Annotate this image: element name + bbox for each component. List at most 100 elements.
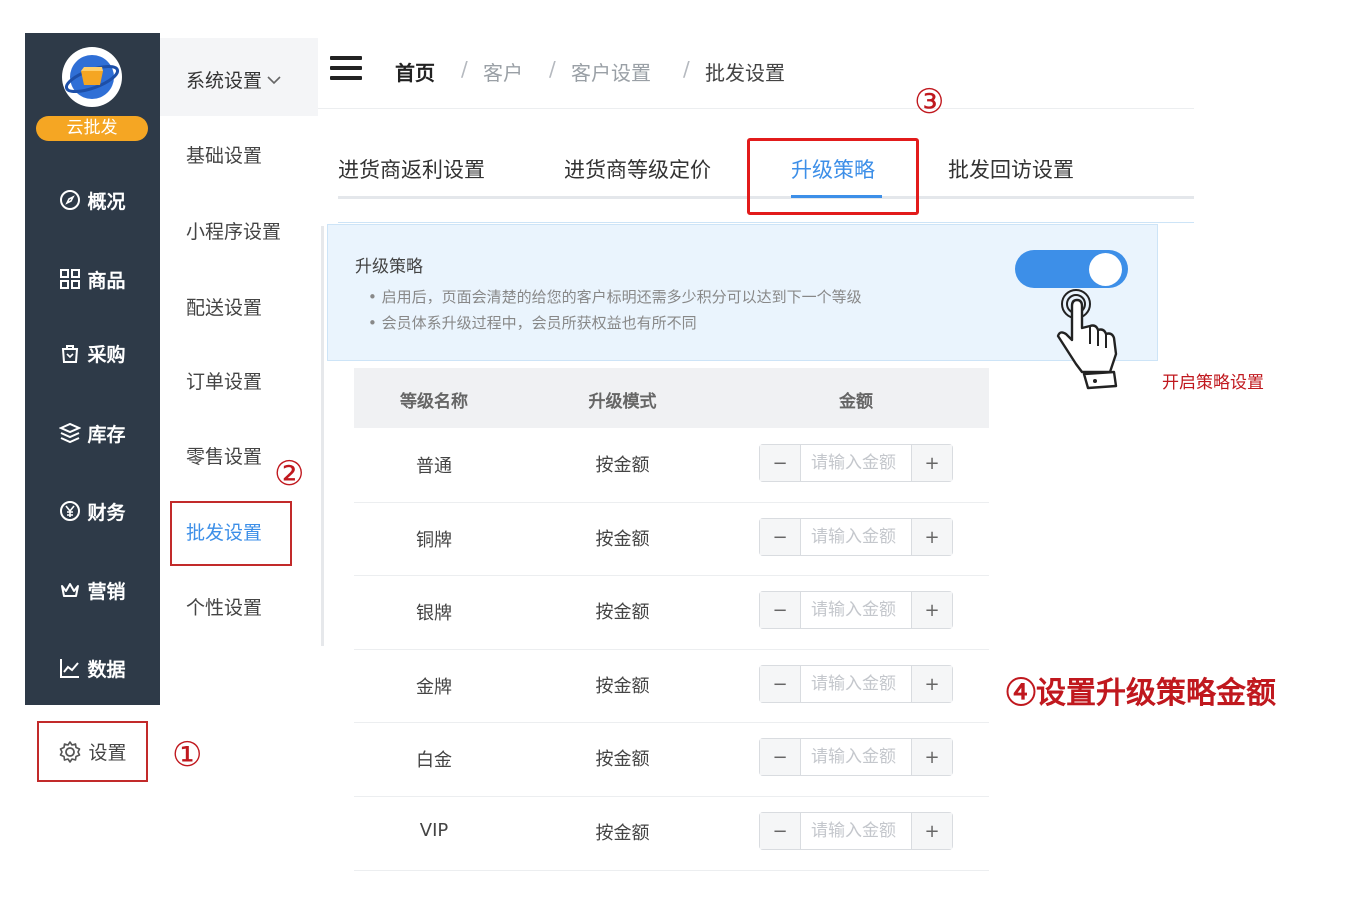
chevron-down-icon [266, 75, 282, 85]
nav-item-purchase[interactable]: 采购 [25, 333, 160, 373]
nav-item-marketing[interactable]: 营销 [25, 570, 160, 610]
pointing-hand-icon [1052, 288, 1132, 393]
nav-label: 财务 [87, 501, 126, 524]
annotation-step-4: ④设置升级策略金额 [1006, 676, 1276, 711]
tab-level-pricing[interactable]: 进货商等级定价 [564, 154, 711, 184]
info-title: 升级策略 [355, 257, 423, 277]
amount-stepper[interactable]: −+ [759, 444, 953, 482]
nav-label: 数据 [87, 658, 126, 681]
nav-label: 商品 [87, 269, 126, 292]
decrement-button[interactable]: − [760, 666, 801, 702]
menu-toggle-icon[interactable] [330, 56, 362, 80]
crown-icon [59, 579, 81, 601]
increment-button[interactable]: + [911, 666, 952, 702]
header-divider [318, 108, 1194, 109]
submenu-item-delivery[interactable]: 配送设置 [186, 293, 262, 320]
nav-item-finance[interactable]: 财务 [25, 491, 160, 531]
amount-stepper[interactable]: −+ [759, 591, 953, 629]
info-bullet: • 启用后，页面会清楚的给您的客户标明还需多少积分可以达到下一个等级 [368, 288, 862, 306]
gear-icon [58, 740, 82, 764]
breadcrumb-separator: / [461, 57, 468, 81]
cell-level-name: 金牌 [416, 677, 452, 698]
annotation-step-2: ② [274, 454, 305, 494]
cell-upgrade-mode: 按金额 [595, 455, 650, 476]
tab-rebate[interactable]: 进货商返利设置 [338, 154, 485, 184]
submenu-title-label: 系统设置 [186, 70, 263, 92]
amount-stepper[interactable]: −+ [759, 812, 953, 850]
amount-input[interactable] [801, 592, 911, 628]
info-bullet-text: 会员体系升级过程中，会员所获权益也有所不同 [381, 314, 697, 332]
submenu-item-personal[interactable]: 个性设置 [186, 593, 262, 620]
cell-upgrade-mode: 按金额 [595, 749, 650, 770]
layers-icon [59, 422, 82, 444]
decrement-button[interactable]: − [760, 739, 801, 775]
breadcrumb-customers[interactable]: 客户 [483, 57, 523, 86]
row-divider [354, 502, 989, 503]
info-bullet: • 会员体系升级过程中，会员所获权益也有所不同 [368, 314, 697, 332]
increment-button[interactable]: + [911, 519, 952, 555]
submenu-item-order[interactable]: 订单设置 [186, 367, 262, 394]
nav-item-data[interactable]: 数据 [25, 648, 160, 688]
column-header-amount: 金额 [839, 392, 873, 412]
column-header-mode: 升级模式 [588, 392, 657, 412]
decrement-button[interactable]: − [760, 445, 801, 481]
row-divider [354, 722, 989, 723]
nav-item-settings[interactable]: 设置 [37, 721, 148, 782]
amount-stepper[interactable]: −+ [759, 738, 953, 776]
toggle-knob [1089, 253, 1122, 286]
nav-label: 概况 [87, 190, 126, 213]
decrement-button[interactable]: − [760, 813, 801, 849]
decrement-button[interactable]: − [760, 519, 801, 555]
breadcrumb-home[interactable]: 首页 [395, 57, 435, 86]
cell-upgrade-mode: 按金额 [595, 602, 650, 623]
increment-button[interactable]: + [911, 445, 952, 481]
decrement-button[interactable]: − [760, 592, 801, 628]
increment-button[interactable]: + [911, 739, 952, 775]
cell-upgrade-mode: 按金额 [595, 823, 650, 844]
increment-button[interactable]: + [911, 813, 952, 849]
amount-input[interactable] [801, 813, 911, 849]
cell-level-name: VIP [419, 820, 449, 841]
submenu-title[interactable]: 系统设置 [186, 66, 282, 93]
cell-level-name: 铜牌 [416, 530, 452, 551]
amount-input[interactable] [801, 739, 911, 775]
chart-icon [59, 657, 81, 679]
cell-level-name: 普通 [416, 456, 452, 477]
annotation-step-3: ③ [914, 82, 945, 122]
row-divider [354, 649, 989, 650]
amount-input[interactable] [801, 666, 911, 702]
nav-item-inventory[interactable]: 库存 [25, 413, 160, 453]
breadcrumb-customer-settings[interactable]: 客户设置 [571, 57, 651, 86]
row-divider [354, 575, 989, 576]
nav-item-overview[interactable]: 概况 [25, 180, 160, 220]
annotation-toggle-hint: 开启策略设置 [1162, 373, 1264, 393]
amount-stepper[interactable]: −+ [759, 665, 953, 703]
nav-item-products[interactable]: 商品 [25, 259, 160, 299]
highlight-box-wholesale [170, 501, 292, 566]
submenu-item-miniprogram[interactable]: 小程序设置 [186, 217, 281, 244]
app-logo [62, 47, 122, 107]
increment-button[interactable]: + [911, 592, 952, 628]
submenu-divider [321, 226, 324, 646]
annotation-step-1: ① [172, 735, 203, 775]
nav-label: 营销 [87, 580, 126, 603]
column-header-level: 等级名称 [400, 392, 468, 412]
submenu-item-retail[interactable]: 零售设置 [186, 442, 262, 469]
cell-upgrade-mode: 按金额 [595, 529, 650, 550]
tab-revisit[interactable]: 批发回访设置 [948, 154, 1074, 184]
info-top-line [338, 222, 1194, 223]
amount-stepper[interactable]: −+ [759, 518, 953, 556]
cell-upgrade-mode: 按金额 [595, 676, 650, 697]
breadcrumb-current: 批发设置 [705, 61, 785, 85]
cell-level-name: 白金 [416, 750, 452, 771]
amount-input[interactable] [801, 519, 911, 555]
grid-icon [59, 268, 81, 290]
brand-badge: 云批发 [36, 116, 148, 141]
submenu-item-basic[interactable]: 基础设置 [186, 141, 262, 168]
bag-icon [59, 342, 81, 364]
amount-input[interactable] [801, 445, 911, 481]
highlight-box-tab [747, 138, 919, 215]
row-divider [354, 796, 989, 797]
cell-level-name: 银牌 [416, 603, 452, 624]
settings-label: 设置 [88, 742, 127, 764]
